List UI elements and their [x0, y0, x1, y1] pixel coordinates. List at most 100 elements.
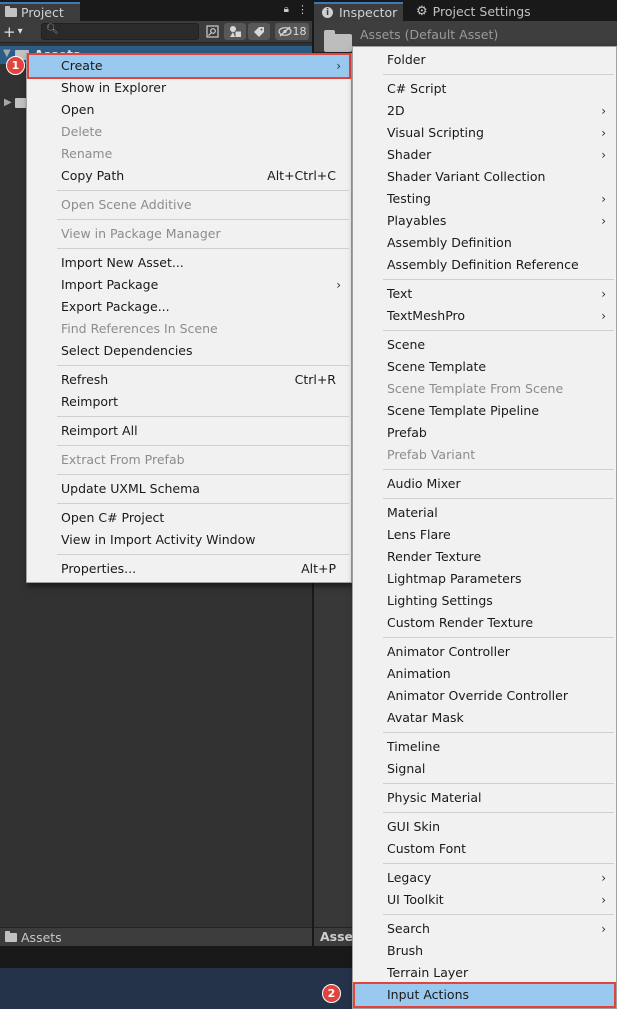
- menu-item-label: Brush: [387, 943, 424, 958]
- menu-item-label: Delete: [61, 124, 103, 139]
- create-item-assembly-definition[interactable]: Assembly Definition: [355, 232, 614, 254]
- menu-item-open[interactable]: Open: [29, 99, 349, 121]
- tab-inspector[interactable]: i Inspector: [314, 2, 403, 21]
- lock-icon[interactable]: 🔒︎: [284, 4, 289, 15]
- create-item-c-script[interactable]: C# Script: [355, 78, 614, 100]
- search-icon: 🔍︎: [46, 24, 59, 35]
- create-item-terrain-layer[interactable]: Terrain Layer: [355, 962, 614, 984]
- menu-item-open-scene-additive[interactable]: Open Scene Additive: [29, 194, 349, 216]
- create-item-shader[interactable]: Shader ›: [355, 144, 614, 166]
- create-item-lighting-settings[interactable]: Lighting Settings: [355, 590, 614, 612]
- create-item-prefab[interactable]: Prefab: [355, 422, 614, 444]
- create-item-signal[interactable]: Signal: [355, 758, 614, 780]
- menu-separator: [383, 732, 614, 733]
- create-item-physic-material[interactable]: Physic Material: [355, 787, 614, 809]
- menu-item-label: Open: [61, 102, 95, 117]
- create-item-2d[interactable]: 2D ›: [355, 100, 614, 122]
- create-item-textmeshpro[interactable]: TextMeshPro ›: [355, 305, 614, 327]
- create-dropdown-button[interactable]: + ▾: [3, 23, 33, 41]
- menu-item-reimport[interactable]: Reimport: [29, 391, 349, 413]
- create-item-animation[interactable]: Animation: [355, 663, 614, 685]
- menu-item-view-in-import-activity-window[interactable]: View in Import Activity Window: [29, 529, 349, 551]
- create-item-custom-render-texture[interactable]: Custom Render Texture: [355, 612, 614, 634]
- create-item-legacy[interactable]: Legacy ›: [355, 867, 614, 889]
- inspector-tabbar: i Inspector ⚙ Project Settings: [314, 0, 617, 21]
- menu-item-find-references-in-scene[interactable]: Find References In Scene: [29, 318, 349, 340]
- menu-item-label: Terrain Layer: [387, 965, 469, 980]
- search-input[interactable]: [58, 25, 193, 38]
- create-item-text[interactable]: Text ›: [355, 283, 614, 305]
- create-item-shader-variant-collection[interactable]: Shader Variant Collection: [355, 166, 614, 188]
- menu-item-create[interactable]: Create ›: [27, 53, 351, 79]
- menu-item-properties[interactable]: Properties... Alt+P: [29, 558, 349, 580]
- create-item-material[interactable]: Material: [355, 502, 614, 524]
- create-item-scene-template-pipeline[interactable]: Scene Template Pipeline: [355, 400, 614, 422]
- create-item-scene-template-from-scene[interactable]: Scene Template From Scene: [355, 378, 614, 400]
- create-item-lens-flare[interactable]: Lens Flare: [355, 524, 614, 546]
- search-field[interactable]: 🔍︎: [41, 23, 199, 40]
- menu-item-show-in-explorer[interactable]: Show in Explorer: [29, 77, 349, 99]
- create-item-lightmap-parameters[interactable]: Lightmap Parameters: [355, 568, 614, 590]
- menu-item-label: Lens Flare: [387, 527, 451, 542]
- menu-separator: [57, 445, 349, 446]
- menu-item-label: Audio Mixer: [387, 476, 461, 491]
- create-item-brush[interactable]: Brush: [355, 940, 614, 962]
- tab-project-settings[interactable]: ⚙ Project Settings: [410, 2, 540, 21]
- menu-item-select-dependencies[interactable]: Select Dependencies: [29, 340, 349, 362]
- menu-item-copy-path[interactable]: Copy Path Alt+Ctrl+C: [29, 165, 349, 187]
- create-item-scene[interactable]: Scene: [355, 334, 614, 356]
- search-by-label-button[interactable]: [248, 23, 270, 40]
- menu-item-label: Refresh: [61, 372, 109, 387]
- menu-item-export-package[interactable]: Export Package...: [29, 296, 349, 318]
- hidden-packages-toggle[interactable]: 18: [275, 23, 309, 40]
- menu-item-extract-from-prefab[interactable]: Extract From Prefab: [29, 449, 349, 471]
- create-item-gui-skin[interactable]: GUI Skin: [355, 816, 614, 838]
- menu-item-import-package[interactable]: Import Package ›: [29, 274, 349, 296]
- create-item-input-actions[interactable]: Input Actions: [353, 982, 616, 1008]
- create-item-playables[interactable]: Playables ›: [355, 210, 614, 232]
- chevron-right-icon: ›: [601, 148, 606, 162]
- search-by-type-filter-button[interactable]: [224, 23, 246, 40]
- create-item-animator-override-controller[interactable]: Animator Override Controller: [355, 685, 614, 707]
- menu-item-rename[interactable]: Rename: [29, 143, 349, 165]
- menu-item-update-uxml-schema[interactable]: Update UXML Schema: [29, 478, 349, 500]
- create-item-avatar-mask[interactable]: Avatar Mask: [355, 707, 614, 729]
- create-item-testing[interactable]: Testing ›: [355, 188, 614, 210]
- more-menu-icon[interactable]: ⋮: [297, 3, 308, 16]
- create-item-assembly-definition-reference[interactable]: Assembly Definition Reference: [355, 254, 614, 276]
- eye-slash-icon: [277, 26, 292, 37]
- create-item-render-texture[interactable]: Render Texture: [355, 546, 614, 568]
- create-item-prefab-variant[interactable]: Prefab Variant: [355, 444, 614, 466]
- menu-item-label: TextMeshPro: [387, 308, 466, 323]
- tag-icon: [254, 26, 264, 37]
- create-item-audio-mixer[interactable]: Audio Mixer: [355, 473, 614, 495]
- create-item-custom-font[interactable]: Custom Font: [355, 838, 614, 860]
- create-submenu: Folder C# Script 2D › Visual Scripting › Shade…: [352, 46, 617, 1009]
- create-item-ui-toolkit[interactable]: UI Toolkit ›: [355, 889, 614, 911]
- create-item-scene-template[interactable]: Scene Template: [355, 356, 614, 378]
- menu-item-reimport-all[interactable]: Reimport All: [29, 420, 349, 442]
- menu-item-import-new-asset[interactable]: Import New Asset...: [29, 252, 349, 274]
- menu-item-open-c-project[interactable]: Open C# Project: [29, 507, 349, 529]
- menu-item-label: Extract From Prefab: [61, 452, 185, 467]
- create-item-visual-scripting[interactable]: Visual Scripting ›: [355, 122, 614, 144]
- menu-item-label: Import New Asset...: [61, 255, 184, 270]
- create-item-folder[interactable]: Folder: [355, 49, 614, 71]
- menu-separator: [383, 330, 614, 331]
- project-toolbar: + ▾ 🔍︎ 18: [0, 21, 312, 43]
- chevron-right-icon: ›: [601, 192, 606, 206]
- menu-item-view-in-package-manager[interactable]: View in Package Manager: [29, 223, 349, 245]
- create-item-timeline[interactable]: Timeline: [355, 736, 614, 758]
- menu-item-label: Shader Variant Collection: [387, 169, 546, 184]
- menu-item-label: 2D: [387, 103, 405, 118]
- menu-item-refresh[interactable]: Refresh Ctrl+R: [29, 369, 349, 391]
- menu-item-delete[interactable]: Delete: [29, 121, 349, 143]
- menu-item-label: Shader: [387, 147, 432, 162]
- tree-collapse-arrow-icon[interactable]: ▶: [4, 97, 12, 108]
- menu-item-label: Copy Path: [61, 168, 125, 183]
- tab-project[interactable]: Project: [0, 2, 80, 21]
- search-by-type-button[interactable]: [201, 23, 223, 40]
- menu-separator: [383, 914, 614, 915]
- create-item-search[interactable]: Search ›: [355, 918, 614, 940]
- create-item-animator-controller[interactable]: Animator Controller: [355, 641, 614, 663]
